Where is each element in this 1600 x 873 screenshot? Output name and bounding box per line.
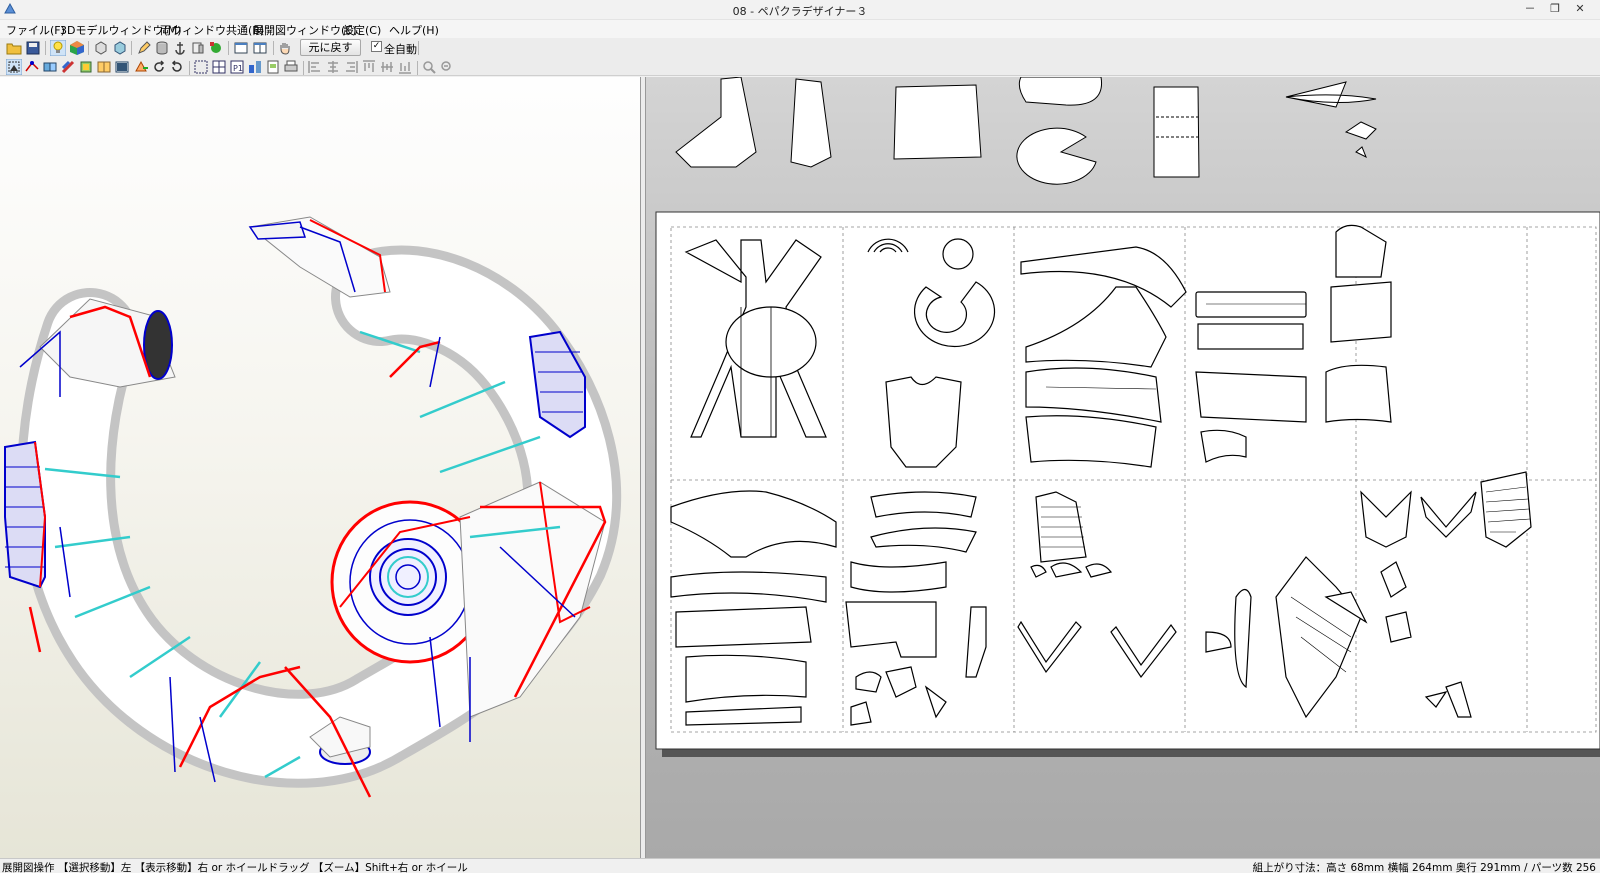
save-icon[interactable] — [25, 40, 41, 56]
floating-part-3 — [893, 84, 982, 160]
unfold-icon[interactable] — [133, 59, 149, 75]
shade-icon[interactable] — [112, 40, 128, 56]
fit-view-icon[interactable] — [193, 59, 209, 75]
auto-checkbox-label: 全自動 — [384, 43, 417, 56]
title-bar: 08 - ペパクラデザイナー３ － ❐ ✕ — [0, 0, 1600, 20]
menu-help[interactable]: ヘルプ(H) — [389, 22, 439, 38]
pencil-icon[interactable] — [136, 40, 152, 56]
image-icon[interactable] — [114, 59, 130, 75]
menu-bar: ファイル(F) 3Dモデルウィンドウ(M) 両ウィンドウ共通(B) 展開図ウィン… — [0, 20, 1600, 38]
print-preview-icon[interactable] — [265, 59, 281, 75]
cylinder-icon[interactable] — [154, 40, 170, 56]
paper-model-mesh — [4, 216, 622, 798]
floating-part-5 — [1016, 127, 1097, 185]
main-toolbar: 元に戻す ✓ 全自動 — [0, 38, 1600, 58]
anchor-icon[interactable] — [172, 40, 188, 56]
box-wire-icon[interactable] — [93, 40, 109, 56]
zoom-in-icon[interactable] — [421, 59, 437, 75]
window-single-icon[interactable] — [233, 40, 249, 56]
3d-model-view[interactable] — [0, 77, 641, 858]
align-top-icon[interactable] — [361, 59, 377, 75]
floating-part-4 — [1018, 77, 1103, 106]
status-bar: 展開図操作 【選択移動】左 【表示移動】右 or ホイールドラッグ 【ズーム】S… — [0, 858, 1600, 873]
floating-part-7 — [1285, 81, 1377, 108]
floating-part-8 — [1344, 121, 1377, 159]
align-bottom-icon[interactable] — [397, 59, 413, 75]
select-move-icon[interactable] — [6, 59, 22, 75]
part-number-icon[interactable]: P1 — [229, 59, 245, 75]
paint-icon[interactable] — [60, 59, 76, 75]
rotate-ccw-icon[interactable] — [169, 59, 185, 75]
hand-icon[interactable] — [277, 40, 293, 56]
menu-unfold-window[interactable]: 展開図ウィンドウ(E) — [253, 22, 357, 38]
minimize-button[interactable]: － — [1518, 0, 1542, 20]
unfold-view[interactable] — [646, 77, 1600, 858]
restore-button[interactable]: ❐ — [1543, 0, 1567, 20]
page-grid-icon[interactable] — [211, 59, 227, 75]
join-icon[interactable] — [42, 59, 58, 75]
svg-text:P1: P1 — [233, 64, 243, 73]
unfold-canvas[interactable] — [646, 77, 1600, 858]
light-bulb-icon[interactable] — [50, 40, 66, 56]
arrange-icon[interactable] — [247, 59, 263, 75]
part-icon[interactable] — [190, 40, 206, 56]
align-left-icon[interactable] — [307, 59, 323, 75]
menu-settings[interactable]: 設定(C) — [343, 22, 381, 38]
auto-checkbox[interactable]: ✓ — [371, 41, 382, 52]
3d-model-canvas[interactable] — [0, 77, 641, 858]
window-dual-icon[interactable] — [252, 40, 268, 56]
flap-icon[interactable] — [78, 59, 94, 75]
edit-toolbar: P1 — [0, 58, 1600, 76]
open-folder-icon[interactable] — [6, 40, 22, 56]
status-dimensions: 組上がり寸法：高さ 68mm 横幅 264mm 奥行 291mm / パーツ数 … — [1252, 862, 1596, 873]
menu-file[interactable]: ファイル(F) — [6, 22, 65, 38]
window-title: 08 - ペパクラデザイナー３ — [732, 5, 868, 18]
edge-edit-icon[interactable] — [24, 59, 40, 75]
zoom-out-icon[interactable] — [439, 59, 455, 75]
align-right-icon[interactable] — [343, 59, 359, 75]
floating-part-2 — [790, 78, 832, 168]
color-cube-icon[interactable] — [69, 40, 85, 56]
close-button[interactable]: ✕ — [1568, 0, 1592, 20]
undo-button[interactable]: 元に戻す — [300, 39, 361, 56]
floating-part-6 — [1153, 86, 1200, 178]
menu-both-windows[interactable]: 両ウィンドウ共通(B) — [160, 22, 264, 38]
flip-icon[interactable] — [96, 59, 112, 75]
rotate-cw-icon[interactable] — [151, 59, 167, 75]
align-middle-icon[interactable] — [379, 59, 395, 75]
print-icon[interactable] — [283, 59, 299, 75]
texture-icon[interactable] — [208, 40, 224, 56]
floating-part-1 — [675, 77, 757, 168]
align-center-icon[interactable] — [325, 59, 341, 75]
status-hint: 展開図操作 【選択移動】左 【表示移動】右 or ホイールドラッグ 【ズーム】S… — [2, 862, 468, 873]
